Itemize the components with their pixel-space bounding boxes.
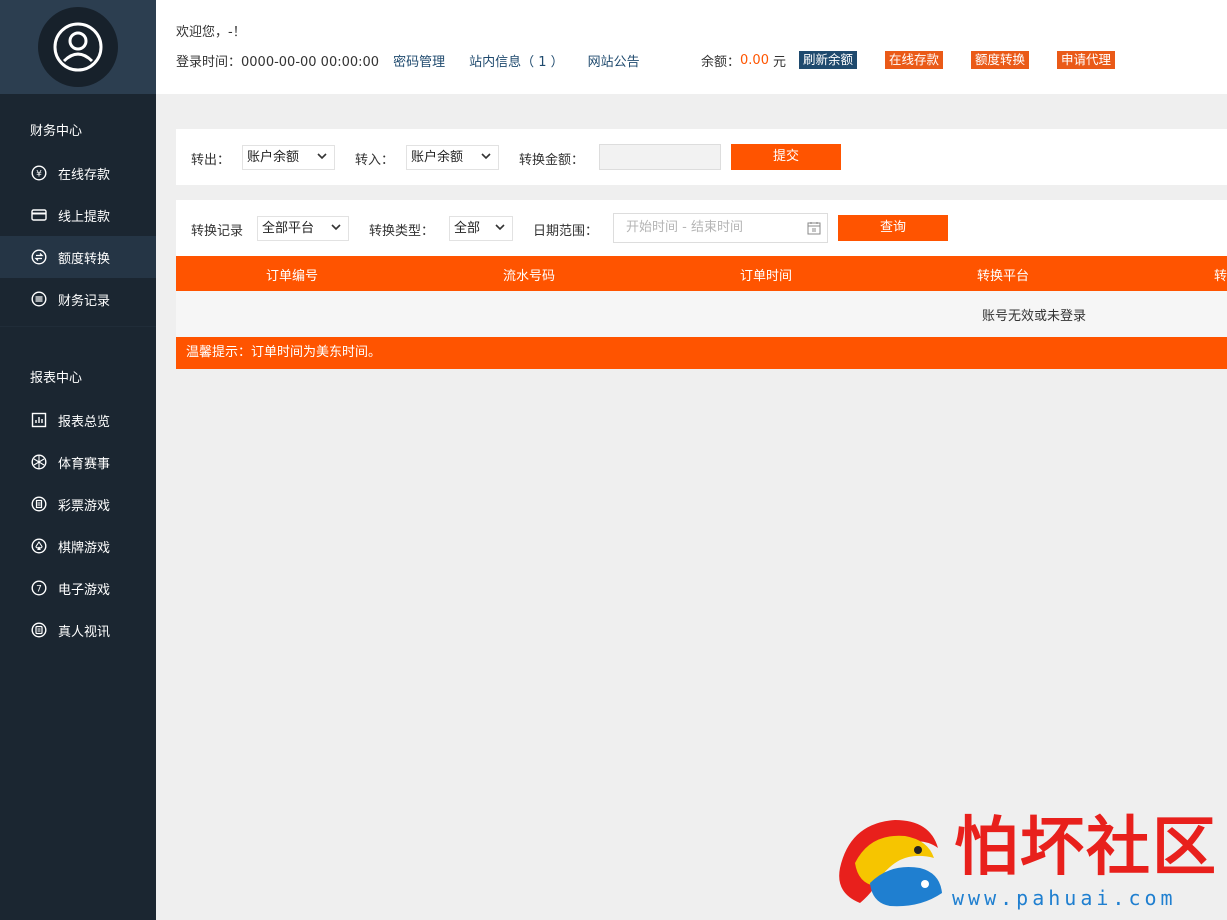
chevron-down-icon — [331, 224, 341, 231]
sidebar-item-live-video[interactable]: 真人视讯 — [0, 609, 156, 651]
balance-unit: 元 — [772, 54, 786, 70]
login-time: 登录时间：0000-00-00 00:00:00 — [176, 54, 380, 70]
slot-icon: 7 — [30, 579, 48, 597]
card-icon — [30, 206, 48, 224]
sidebar-item-report-overview[interactable]: 报表总览 — [0, 399, 156, 441]
watermark-title: 怕坏社区 — [954, 810, 1218, 885]
top-header: 欢迎您，-！ 登录时间：0000-00-00 00:00:00 密码管理 站内信… — [156, 0, 1227, 94]
sidebar-divider — [0, 326, 156, 327]
transfer-in-label: 转入： — [355, 153, 395, 168]
report-menu: 报表总览 体育赛事 彩票游戏 棋牌游戏 7 电子游戏 真人视讯 — [0, 399, 156, 651]
avatar-area — [0, 0, 156, 94]
transfer-form: 转出： 账户余额 转入： 账户余额 转换金额： 提交 — [176, 129, 1227, 185]
user-avatar-icon — [53, 22, 103, 72]
yen-circle-icon: ¥ — [30, 164, 48, 182]
sidebar-item-credit-transfer[interactable]: 额度转换 — [0, 236, 156, 278]
sidebar: 财务中心 ¥ 在线存款 线上提款 额度转换 财务记录 报表中心 报表总览 体育赛… — [0, 0, 156, 920]
query-button[interactable]: 查询 — [838, 215, 948, 241]
column-header-order-number: 订单编号 — [266, 269, 319, 284]
chevron-down-icon — [495, 224, 505, 231]
column-header-truncated: 转 — [1214, 269, 1227, 284]
transfer-record-label: 转换记录 — [191, 224, 244, 239]
sidebar-item-online-deposit[interactable]: ¥ 在线存款 — [0, 152, 156, 194]
sidebar-item-label: 额度转换 — [58, 251, 111, 267]
refresh-balance-button[interactable]: 刷新余额 — [799, 51, 858, 69]
sidebar-item-label: 财务记录 — [58, 293, 111, 309]
sidebar-item-label: 在线存款 — [58, 167, 111, 183]
column-header-platform: 转换平台 — [977, 269, 1030, 284]
empty-state-message: 账号无效或未登录 — [982, 309, 1087, 324]
header-info-row: 登录时间：0000-00-00 00:00:00 密码管理 站内信息（ 1 ） … — [176, 50, 640, 70]
finance-menu: ¥ 在线存款 线上提款 额度转换 财务记录 — [0, 152, 156, 320]
sidebar-item-label: 棋牌游戏 — [58, 540, 111, 556]
balance-label: 余额： — [701, 54, 741, 70]
welcome-text: 欢迎您，-！ — [176, 25, 246, 40]
column-header-order-time: 订单时间 — [740, 269, 793, 284]
tip-banner: 温馨提示：订单时间为美东时间。 — [176, 337, 1227, 369]
date-range-label: 日期范围： — [533, 224, 599, 239]
svg-text:7: 7 — [36, 585, 42, 595]
sidebar-item-finance-records[interactable]: 财务记录 — [0, 278, 156, 320]
transfer-icon — [30, 248, 48, 266]
transfer-type-value: 全部 — [454, 221, 481, 236]
credit-transfer-button[interactable]: 额度转换 — [971, 51, 1030, 69]
chevron-down-icon — [481, 153, 491, 160]
sidebar-item-sports[interactable]: 体育赛事 — [0, 441, 156, 483]
spade-icon — [30, 537, 48, 555]
chart-icon — [30, 411, 48, 429]
sidebar-item-label: 彩票游戏 — [58, 498, 111, 514]
calendar-icon — [807, 222, 821, 235]
video-icon — [30, 621, 48, 639]
transfer-amount-label: 转换金额： — [519, 153, 585, 168]
records-table-header: 订单编号 流水号码 订单时间 转换平台 转 — [176, 256, 1227, 291]
fish-logo-icon — [839, 820, 942, 907]
transfer-type-label: 转换类型： — [369, 224, 435, 239]
sidebar-item-label: 真人视讯 — [58, 624, 111, 640]
transfer-out-select[interactable]: 账户余额 — [242, 145, 335, 170]
watermark: 怕坏社区 www.pahuai.com — [830, 808, 1220, 913]
record-filter: 转换记录 全部平台 转换类型： 全部 日期范围： 开始时间 - 结束时间 查询 — [176, 200, 1227, 256]
list-icon — [30, 290, 48, 308]
transfer-in-value: 账户余额 — [411, 150, 464, 165]
transfer-in-select[interactable]: 账户余额 — [406, 145, 499, 170]
transfer-amount-input[interactable] — [599, 144, 721, 170]
platform-value: 全部平台 — [262, 221, 315, 236]
sidebar-item-label: 线上提款 — [58, 209, 111, 225]
lottery-icon — [30, 495, 48, 513]
column-header-serial-number: 流水号码 — [503, 269, 556, 284]
site-notice-link[interactable]: 网站公告 — [588, 51, 640, 70]
watermark-url: www.pahuai.com — [952, 886, 1177, 910]
submit-button[interactable]: 提交 — [731, 144, 841, 170]
sidebar-item-online-withdraw[interactable]: 线上提款 — [0, 194, 156, 236]
sidebar-item-lottery[interactable]: 彩票游戏 — [0, 483, 156, 525]
transfer-out-label: 转出： — [191, 153, 231, 168]
sidebar-item-label: 体育赛事 — [58, 456, 111, 472]
transfer-type-select[interactable]: 全部 — [449, 216, 513, 241]
password-management-link[interactable]: 密码管理 — [393, 51, 445, 70]
avatar[interactable] — [38, 7, 118, 87]
finance-center-title: 财务中心 — [30, 124, 83, 139]
date-range-placeholder: 开始时间 - 结束时间 — [626, 220, 743, 235]
site-messages-link[interactable]: 站内信息（ 1 ） — [469, 51, 564, 70]
balance-amount: 0.00 — [740, 52, 769, 68]
ball-icon — [30, 453, 48, 471]
transfer-out-value: 账户余额 — [247, 150, 300, 165]
chevron-down-icon — [317, 153, 327, 160]
report-center-title: 报表中心 — [30, 371, 83, 386]
online-deposit-button[interactable]: 在线存款 — [885, 51, 944, 69]
sidebar-item-e-games[interactable]: 7 电子游戏 — [0, 567, 156, 609]
records-table-body: 账号无效或未登录 — [176, 291, 1227, 337]
balance-display: 余额： 0.00 元 — [701, 50, 786, 70]
sidebar-item-card-games[interactable]: 棋牌游戏 — [0, 525, 156, 567]
platform-select[interactable]: 全部平台 — [257, 216, 349, 241]
apply-agent-button[interactable]: 申请代理 — [1057, 51, 1116, 69]
sidebar-item-label: 报表总览 — [58, 414, 111, 430]
date-range-input[interactable]: 开始时间 - 结束时间 — [613, 213, 828, 243]
svg-text:¥: ¥ — [36, 170, 42, 180]
sidebar-item-label: 电子游戏 — [58, 582, 111, 598]
